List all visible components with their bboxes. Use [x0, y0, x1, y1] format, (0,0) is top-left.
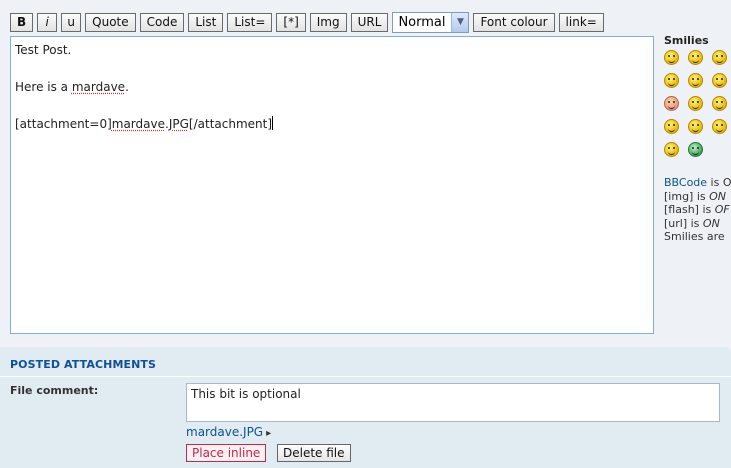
italic-button[interactable]: i: [37, 12, 58, 32]
misspelled-word: mardave: [111, 117, 165, 131]
smilies-status-line: Smilies are: [664, 230, 725, 243]
attachment-file: mardave.JPG ▸: [186, 425, 271, 439]
ordered-list-button[interactable]: List=: [227, 12, 273, 32]
confused-icon[interactable]: [688, 96, 703, 111]
editor-line: Test Post.: [15, 43, 72, 57]
chevron-down-icon[interactable]: ▼: [451, 12, 469, 32]
wink-icon[interactable]: [664, 119, 679, 134]
grin-icon[interactable]: [664, 50, 679, 65]
divider: [0, 376, 731, 377]
message-textarea[interactable]: Test Post. Here is a mardave. [attachmen…: [10, 36, 654, 334]
delete-file-button[interactable]: Delete file: [277, 444, 351, 462]
list-item-button[interactable]: [*]: [276, 12, 306, 32]
font-size-select[interactable]: Normal ▼: [392, 11, 470, 33]
question-icon[interactable]: [712, 119, 727, 134]
sad-icon[interactable]: [712, 50, 727, 65]
editor-blank-line: [15, 97, 649, 116]
bbcode-status: BBCode is O [img] is ON [flash] is OF [u…: [664, 176, 731, 244]
editor-text: [attachment=0]: [15, 117, 112, 131]
flash-status-line: [flash] is OF: [664, 203, 731, 217]
misspelled-word: mardave: [71, 80, 126, 94]
attachment-filename-link[interactable]: mardave.JPG: [186, 425, 263, 439]
img-status-line: [img] is ON: [664, 190, 731, 204]
img-button[interactable]: Img: [309, 12, 347, 32]
status-text: [url] is: [664, 216, 703, 230]
editor-text: .: [125, 80, 129, 94]
status-text: [img] is: [664, 189, 710, 203]
embarrassed-icon[interactable]: [664, 96, 679, 111]
bbcode-toolbar: B i u Quote Code List List= [*] Img URL …: [10, 11, 604, 33]
laugh-icon[interactable]: [712, 73, 727, 88]
external-link-icon[interactable]: ▸: [266, 428, 271, 439]
editor-line: Here is a mardave.: [15, 78, 649, 97]
smilies-title: Smilies: [664, 34, 709, 47]
status-text: is O: [707, 176, 731, 189]
misspelled-word: JPG: [168, 117, 189, 131]
underline-button[interactable]: u: [61, 12, 82, 32]
text-caret: [272, 116, 274, 130]
smile-icon[interactable]: [688, 50, 703, 65]
attachments-title: POSTED ATTACHMENTS: [10, 358, 157, 371]
smile-icon[interactable]: [664, 73, 679, 88]
bbcode-link[interactable]: BBCode: [664, 176, 707, 189]
editor-text: [/attachment]: [188, 117, 273, 131]
link-button[interactable]: link=: [558, 12, 604, 32]
editor-blank-line: [15, 60, 649, 79]
attachments-panel: POSTED ATTACHMENTS File comment: This bi…: [0, 347, 731, 468]
code-button[interactable]: Code: [139, 12, 185, 32]
smilies-grid: [664, 50, 731, 157]
quote-button[interactable]: Quote: [85, 12, 136, 32]
font-size-value: Normal: [398, 14, 446, 30]
editor-text: Here is a: [15, 80, 72, 94]
smilies-panel: Smilies: [664, 34, 731, 157]
list-button[interactable]: List: [188, 12, 224, 32]
cool-icon[interactable]: [688, 73, 703, 88]
mad-icon[interactable]: [712, 96, 727, 111]
status-value: ON: [709, 189, 727, 203]
file-comment-label: File comment:: [10, 384, 99, 397]
exclaim-icon[interactable]: [688, 119, 703, 134]
url-status-line: [url] is ON: [664, 217, 731, 231]
bold-button[interactable]: B: [10, 12, 34, 32]
font-colour-button[interactable]: Font colour: [473, 12, 555, 32]
place-inline-button[interactable]: Place inline: [186, 444, 267, 462]
neutral-icon[interactable]: [664, 142, 679, 157]
status-text: [flash] is: [664, 203, 715, 216]
file-comment-field[interactable]: This bit is optional: [186, 383, 720, 422]
status-value: ON: [702, 216, 720, 230]
status-value: OF: [714, 203, 730, 216]
url-button[interactable]: URL: [350, 12, 389, 32]
bbcode-status-line: BBCode is O: [664, 176, 731, 190]
green-grin-icon[interactable]: [688, 142, 703, 157]
editor-line: [attachment=0]mardave.JPG[/attachment]: [15, 115, 649, 134]
